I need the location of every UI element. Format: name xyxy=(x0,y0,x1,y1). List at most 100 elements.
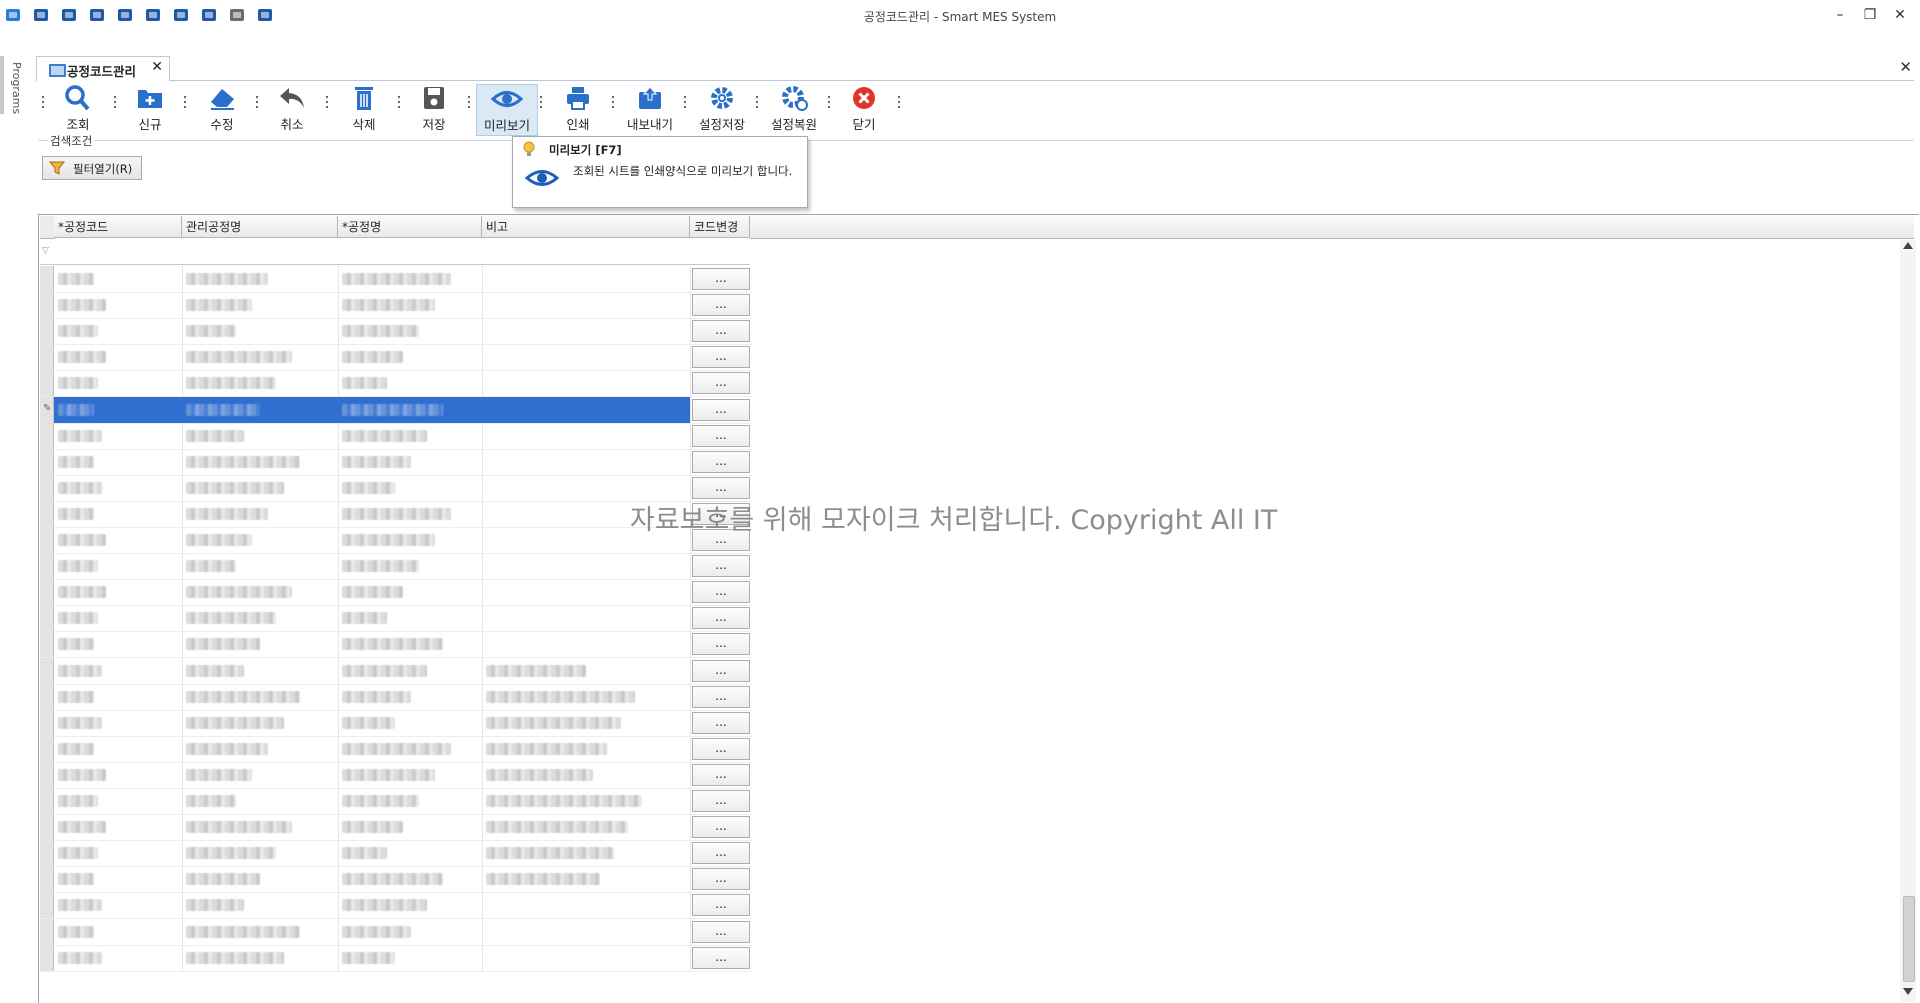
cancel-button[interactable]: 취소 xyxy=(262,84,322,134)
table-row[interactable]: ... xyxy=(40,788,752,815)
table-cell[interactable] xyxy=(182,918,339,945)
table-row[interactable]: ... xyxy=(40,944,752,972)
code-change-button[interactable]: ... xyxy=(692,346,750,369)
table-cell[interactable] xyxy=(482,657,691,684)
row-indicator[interactable] xyxy=(40,761,54,788)
column-header-process-code[interactable]: *공정코드 xyxy=(54,216,182,238)
table-cell[interactable] xyxy=(338,814,483,841)
table-row[interactable]: ... xyxy=(40,448,752,476)
table-cell[interactable] xyxy=(482,292,691,319)
table-cell[interactable] xyxy=(54,266,183,292)
table-cell[interactable] xyxy=(482,866,691,893)
table-cell[interactable] xyxy=(338,474,483,501)
table-cell[interactable] xyxy=(338,527,483,553)
tab-process-code[interactable]: 공정코드관리 ✕ xyxy=(36,56,170,81)
table-cell[interactable] xyxy=(54,292,183,319)
table-cell[interactable] xyxy=(54,396,183,423)
table-cell[interactable] xyxy=(54,761,183,788)
table-cell[interactable] xyxy=(182,657,339,684)
table-cell[interactable] xyxy=(482,396,691,423)
table-cell[interactable] xyxy=(182,344,339,371)
row-indicator[interactable] xyxy=(40,631,54,658)
table-cell[interactable] xyxy=(338,605,483,632)
row-indicator[interactable] xyxy=(40,579,54,606)
table-cell[interactable] xyxy=(338,761,483,788)
table-row[interactable]: ... xyxy=(40,840,752,868)
table-cell[interactable] xyxy=(54,840,183,867)
row-indicator[interactable] xyxy=(40,370,54,397)
table-row[interactable]: ... xyxy=(40,866,752,894)
table-cell[interactable] xyxy=(482,579,691,606)
code-change-button[interactable]: ... xyxy=(692,268,750,290)
search-button[interactable]: 조회 xyxy=(48,84,108,134)
code-change-button[interactable]: ... xyxy=(692,555,750,578)
row-indicator[interactable] xyxy=(40,814,54,841)
code-change-button[interactable]: ... xyxy=(692,816,750,839)
table-cell[interactable] xyxy=(482,344,691,371)
table-cell[interactable] xyxy=(182,683,339,710)
table-row[interactable]: ... xyxy=(40,344,752,372)
row-indicator[interactable] xyxy=(40,448,54,475)
column-header-remarks[interactable]: 비고 xyxy=(482,216,690,238)
row-indicator[interactable] xyxy=(40,553,54,580)
table-cell[interactable] xyxy=(54,866,183,893)
code-change-button[interactable]: ... xyxy=(692,685,750,708)
table-row[interactable]: ... xyxy=(40,683,752,711)
code-change-button[interactable]: ... xyxy=(692,659,750,682)
row-indicator[interactable] xyxy=(40,318,54,345)
table-cell[interactable] xyxy=(182,500,339,527)
table-cell[interactable] xyxy=(54,370,183,397)
table-cell[interactable] xyxy=(338,579,483,606)
table-cell[interactable] xyxy=(54,318,183,345)
table-row[interactable]: ... xyxy=(40,370,752,398)
save-button[interactable]: 저장 xyxy=(404,84,464,134)
table-cell[interactable] xyxy=(54,944,183,971)
row-indicator[interactable] xyxy=(40,840,54,867)
table-cell[interactable] xyxy=(54,788,183,814)
table-cell[interactable] xyxy=(182,735,339,762)
table-cell[interactable] xyxy=(482,266,691,292)
table-cell[interactable] xyxy=(54,605,183,632)
table-cell[interactable] xyxy=(182,579,339,606)
selected-table-row[interactable]: ✎... xyxy=(40,396,752,424)
row-indicator[interactable] xyxy=(40,657,54,684)
row-indicator[interactable] xyxy=(40,788,54,814)
row-indicator[interactable] xyxy=(40,266,54,292)
table-cell[interactable] xyxy=(482,788,691,814)
table-cell[interactable] xyxy=(338,918,483,945)
code-change-button[interactable]: ... xyxy=(692,763,750,786)
toolbar-grip[interactable] xyxy=(42,96,45,110)
table-cell[interactable] xyxy=(182,605,339,632)
table-cell[interactable] xyxy=(482,892,691,919)
row-indicator[interactable] xyxy=(40,709,54,736)
table-cell[interactable] xyxy=(482,318,691,345)
code-change-button[interactable]: ... xyxy=(692,894,750,917)
table-cell[interactable] xyxy=(338,448,483,475)
table-cell[interactable] xyxy=(482,944,691,971)
minimize-button[interactable]: – xyxy=(1826,4,1854,26)
code-change-button[interactable]: ... xyxy=(692,424,750,447)
code-change-button[interactable]: ... xyxy=(692,737,750,760)
code-change-button[interactable]: ... xyxy=(692,294,750,317)
column-header-process-name[interactable]: *공정명 xyxy=(338,216,482,238)
edit-button[interactable]: 수정 xyxy=(192,84,252,134)
table-row[interactable]: ... xyxy=(40,761,752,789)
row-indicator[interactable] xyxy=(40,918,54,945)
code-change-button[interactable]: ... xyxy=(692,946,750,969)
table-cell[interactable] xyxy=(338,631,483,658)
table-cell[interactable] xyxy=(182,866,339,893)
table-cell[interactable] xyxy=(182,788,339,814)
table-row[interactable]: ... xyxy=(40,657,752,685)
code-change-button[interactable]: ... xyxy=(692,450,750,473)
table-cell[interactable] xyxy=(54,474,183,501)
scroll-up-icon[interactable] xyxy=(1903,242,1913,249)
table-cell[interactable] xyxy=(182,396,339,423)
table-cell[interactable] xyxy=(482,709,691,736)
table-row[interactable]: ... xyxy=(40,318,752,346)
table-row[interactable]: ... xyxy=(40,605,752,633)
code-change-button[interactable]: ... xyxy=(692,320,750,343)
row-indicator[interactable] xyxy=(40,422,54,449)
table-cell[interactable] xyxy=(182,266,339,292)
table-cell[interactable] xyxy=(338,553,483,580)
grid-filter-row[interactable]: ▽ xyxy=(40,238,750,265)
